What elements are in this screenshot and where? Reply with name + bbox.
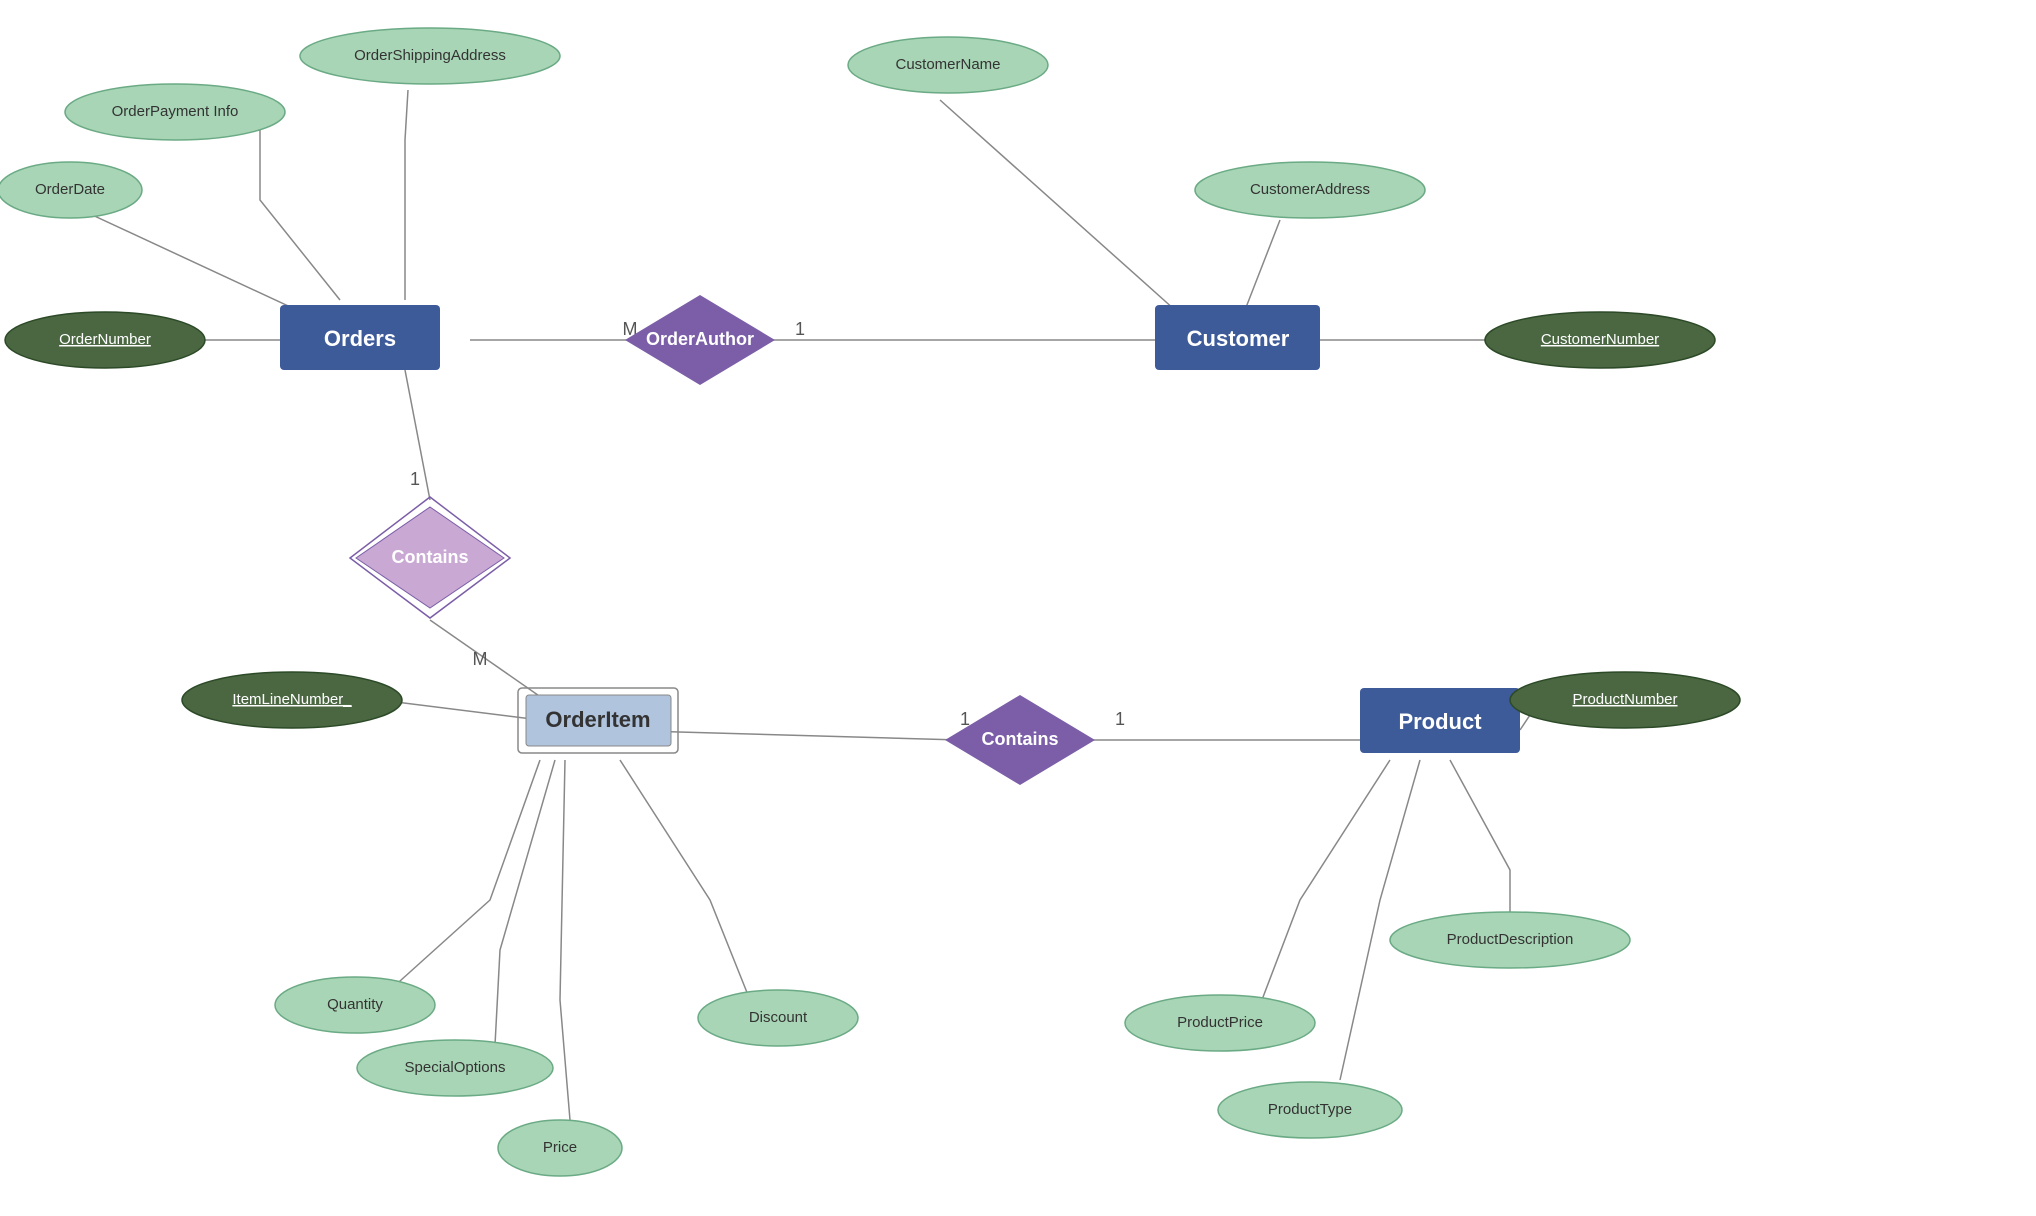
entity-orders-label: Orders	[324, 326, 396, 351]
attr-ordershipping-label: OrderShippingAddress	[354, 47, 506, 64]
attr-price-label: Price	[543, 1139, 577, 1156]
attr-orderdate-label: OrderDate	[35, 181, 105, 198]
cardinality-m-contains1: M	[473, 649, 488, 669]
relationship-contains2-label: Contains	[981, 729, 1058, 749]
attr-discount-label: Discount	[749, 1009, 808, 1026]
attr-orderpayment-label: OrderPayment Info	[112, 103, 239, 120]
attr-productdescription-label: ProductDescription	[1447, 931, 1574, 948]
attr-customeraddress-label: CustomerAddress	[1250, 181, 1370, 198]
cardinality-1-contains1: 1	[410, 469, 420, 489]
relationship-contains1-label: Contains	[391, 547, 468, 567]
entity-orderitem-label: OrderItem	[545, 707, 650, 732]
er-diagram: M 1 1 M 1 1 Orders Customer OrderItem Pr…	[0, 0, 2036, 1216]
attr-specialoptions-label: SpecialOptions	[405, 1059, 506, 1076]
cardinality-1-contains2-left: 1	[960, 709, 970, 729]
attr-customername-label: CustomerName	[895, 56, 1000, 73]
attr-quantity-label: Quantity	[327, 996, 383, 1013]
entity-product-label: Product	[1398, 709, 1482, 734]
entity-customer-label: Customer	[1187, 326, 1290, 351]
cardinality-1-orderauthor: 1	[795, 319, 805, 339]
attr-producttype-label: ProductType	[1268, 1101, 1352, 1118]
attr-ordernumber-label: OrderNumber	[59, 331, 151, 348]
attr-productnumber-label: ProductNumber	[1572, 691, 1677, 708]
relationship-orderauthor-label: OrderAuthor	[646, 329, 754, 349]
cardinality-1-contains2-right: 1	[1115, 709, 1125, 729]
attr-customernumber-label: CustomerNumber	[1541, 331, 1659, 348]
attr-itemlinenumber-label: ItemLineNumber_	[232, 691, 352, 708]
attr-productprice-label: ProductPrice	[1177, 1014, 1263, 1031]
